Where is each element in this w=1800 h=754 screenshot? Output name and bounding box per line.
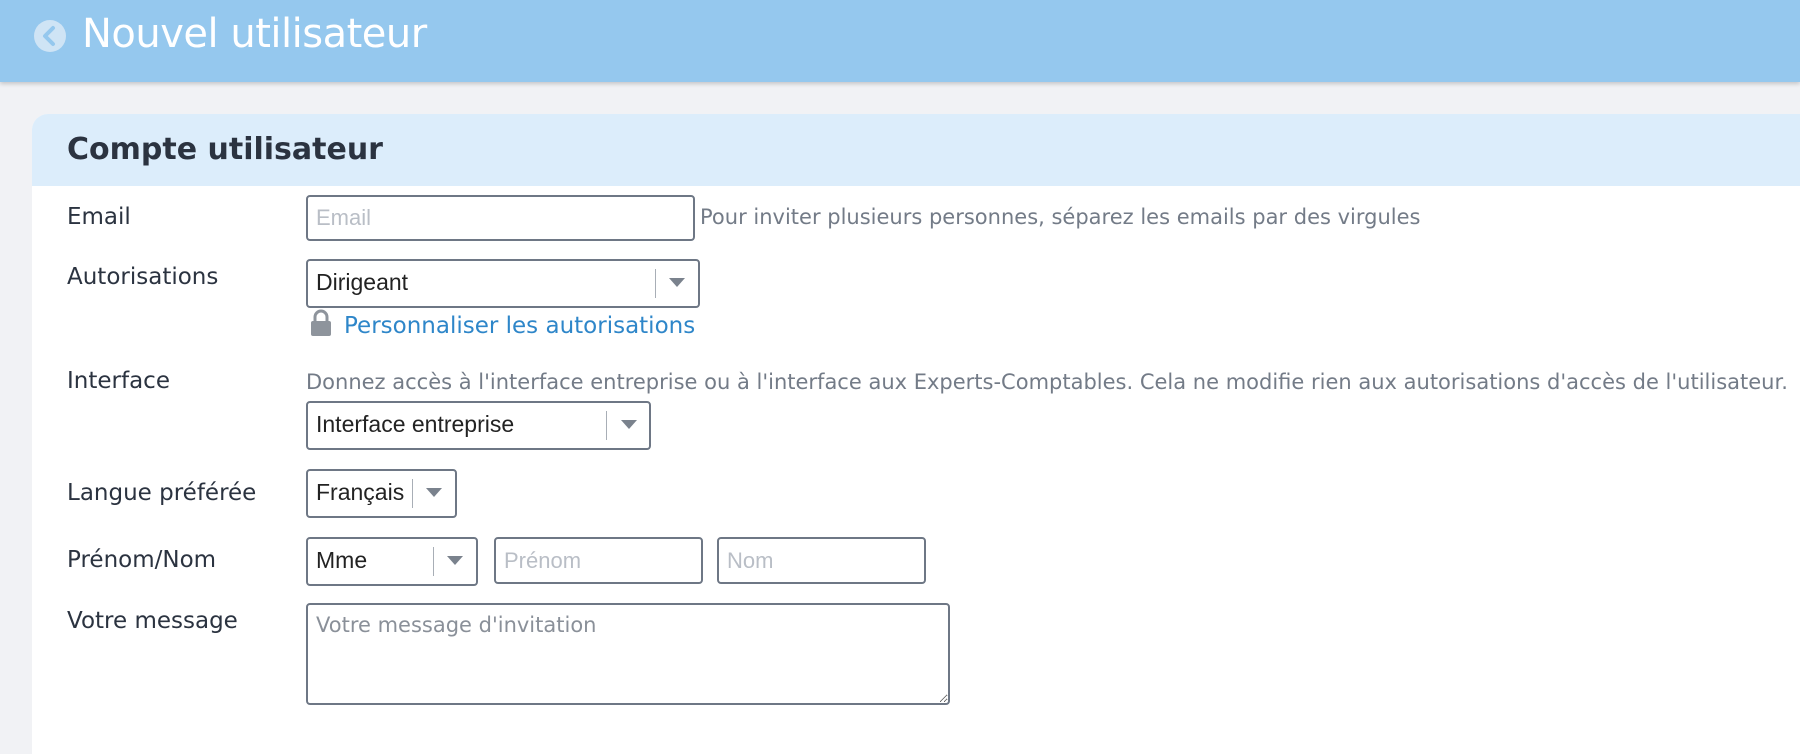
select-divider — [412, 479, 413, 508]
language-select[interactable]: Français — [306, 469, 457, 518]
message-label: Votre message — [67, 608, 238, 634]
chevron-down-icon — [621, 420, 637, 429]
language-selected: Français — [316, 479, 405, 505]
section-title: Compte utilisateur — [67, 132, 383, 167]
civility-selected: Mme — [316, 547, 368, 573]
autorisations-selected: Dirigeant — [316, 269, 409, 295]
invitation-message-textarea[interactable] — [306, 603, 950, 705]
email-input[interactable] — [306, 195, 695, 241]
autorisations-select[interactable]: Dirigeant — [306, 259, 700, 308]
name-label: Prénom/Nom — [67, 547, 217, 573]
customize-permissions-link[interactable]: Personnaliser les autorisations — [344, 311, 695, 341]
language-label: Langue préférée — [67, 480, 257, 506]
chevron-down-icon — [669, 278, 685, 287]
last-name-input[interactable] — [717, 537, 926, 584]
email-label: Email — [67, 204, 131, 230]
first-name-input[interactable] — [494, 537, 703, 584]
select-divider — [433, 547, 434, 576]
civility-select[interactable]: Mme — [306, 537, 478, 586]
back-button[interactable] — [34, 20, 66, 52]
chevron-down-icon — [426, 488, 442, 497]
top-bar: Nouvel utilisateur — [0, 0, 1800, 82]
page-title: Nouvel utilisateur — [82, 11, 427, 57]
interface-select[interactable]: Interface entreprise — [306, 401, 651, 450]
chevron-left-circle-icon — [43, 26, 55, 46]
interface-selected: Interface entreprise — [316, 411, 515, 437]
autorisations-label: Autorisations — [67, 264, 219, 290]
interface-label: Interface — [67, 368, 170, 394]
section-header: Compte utilisateur — [32, 114, 1800, 186]
select-divider — [655, 269, 656, 298]
chevron-down-icon — [447, 556, 463, 565]
email-hint: Pour inviter plusieurs personnes, sépare… — [700, 205, 1421, 229]
interface-hint: Donnez accès à l'interface entreprise ou… — [306, 370, 1788, 394]
lock-icon — [311, 309, 331, 336]
select-divider — [606, 411, 607, 440]
